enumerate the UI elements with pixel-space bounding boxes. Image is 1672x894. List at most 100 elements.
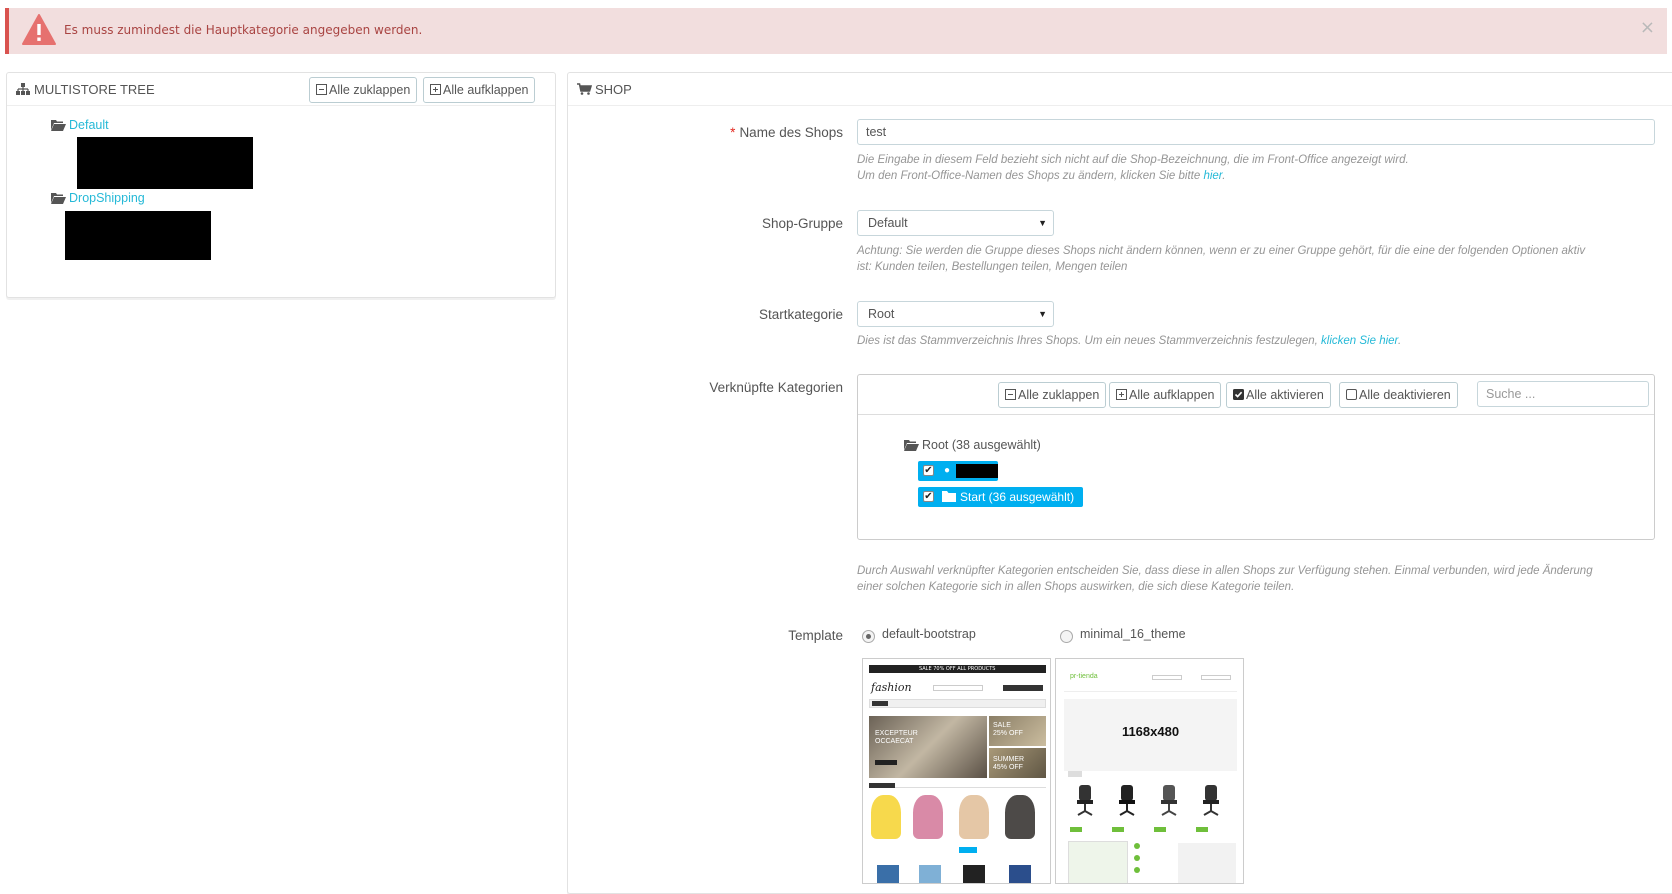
template-radio-minimal[interactable] bbox=[1060, 630, 1073, 643]
sitemap-icon bbox=[16, 83, 30, 95]
preview-chair bbox=[1154, 783, 1184, 817]
square-icon bbox=[1346, 384, 1357, 408]
preview-widget bbox=[1068, 841, 1128, 883]
category-checkbox[interactable]: ✔ bbox=[923, 465, 934, 476]
folder-open-icon bbox=[51, 120, 66, 131]
preview-sale-text: SALE 25% OFF bbox=[993, 722, 1023, 737]
linked-categories-help: Durch Auswahl verknüpfter Kategorien ent… bbox=[857, 563, 1593, 595]
collapse-all-button[interactable]: Alle zuklappen bbox=[998, 382, 1107, 408]
preview-product bbox=[871, 795, 901, 839]
help-text: Achtung: Sie werden die Gruppe dieses Sh… bbox=[857, 245, 1586, 257]
preview-logo: fashion bbox=[871, 681, 912, 694]
template-option-label[interactable]: default-bootstrap bbox=[882, 627, 976, 641]
panel-title: SHOP bbox=[595, 82, 632, 97]
expand-all-button[interactable]: Alle aufklappen bbox=[1109, 382, 1222, 408]
preview-search bbox=[933, 685, 983, 691]
category-checkbox[interactable]: ✔ bbox=[923, 491, 934, 502]
caret-down-icon: ▼ bbox=[1038, 309, 1047, 319]
category-node-selected[interactable]: ✔ ● bbox=[918, 461, 998, 481]
start-category-value: Root bbox=[868, 307, 895, 321]
preview-banner-summer: SUMMER 45% OFF bbox=[989, 748, 1046, 778]
start-category-help: Dies ist das Stammverzeichnis Ihres Shop… bbox=[857, 333, 1401, 349]
start-category-label: Startkategorie bbox=[758, 307, 843, 322]
folder-open-icon bbox=[51, 193, 66, 204]
template-option-label[interactable]: minimal_16_theme bbox=[1080, 627, 1186, 641]
preview-summer-text: SUMMER 45% OFF bbox=[993, 756, 1025, 771]
close-icon[interactable]: × bbox=[1640, 19, 1655, 37]
panel-heading: SHOP bbox=[568, 73, 1672, 106]
alert-message: Es muss zumindest die Hauptkategorie ang… bbox=[64, 23, 423, 37]
uncheck-all-button[interactable]: Alle deaktivieren bbox=[1339, 382, 1458, 408]
uncheck-all-label: Alle deaktivieren bbox=[1359, 388, 1451, 402]
linked-categories-label: Verknüpfte Kategorien bbox=[709, 380, 843, 395]
panel-title: MULTISTORE TREE bbox=[34, 82, 155, 97]
preview-promo-text: SALE 70% OFF ALL PRODUCTS bbox=[919, 666, 996, 672]
collapse-all-button[interactable]: Alle zuklappen bbox=[309, 77, 418, 103]
expand-all-label: Alle aufklappen bbox=[1129, 388, 1215, 402]
preview-feature-dot bbox=[1134, 867, 1140, 873]
preview-product bbox=[1009, 865, 1031, 883]
start-category-select[interactable]: Root ▼ bbox=[857, 301, 1054, 327]
preview-hero: EXCEPTEUR OCCAECAT bbox=[869, 716, 987, 778]
preview-button bbox=[1196, 827, 1208, 832]
help-text: ist: Kunden teilen, Bestellungen teilen,… bbox=[857, 261, 1128, 273]
template-label: Template bbox=[788, 628, 843, 643]
preview-button bbox=[1112, 827, 1124, 832]
preview-search bbox=[1152, 675, 1182, 680]
root-category-label[interactable]: Root (38 ausgewählt) bbox=[922, 438, 1041, 452]
shop-name-input[interactable]: test bbox=[857, 119, 1655, 145]
template-radio-default-bootstrap[interactable] bbox=[862, 630, 875, 643]
check-all-button[interactable]: Alle aktivieren bbox=[1226, 382, 1331, 408]
collapse-all-label: Alle zuklappen bbox=[1018, 388, 1100, 402]
error-alert: Es muss zumindest die Hauptkategorie ang… bbox=[5, 8, 1667, 54]
shop-name-label: * Name des Shops bbox=[643, 125, 843, 140]
preview-feature-dot bbox=[1134, 843, 1140, 849]
shop-name-label-text: Name des Shops bbox=[739, 125, 843, 140]
help-text: Die Eingabe in diesem Feld bezieht sich … bbox=[857, 154, 1409, 166]
template-preview-minimal[interactable]: pr-tienda 1168x480 bbox=[1055, 658, 1244, 884]
help-text: Dies ist das Stammverzeichnis Ihres Shop… bbox=[857, 335, 1322, 347]
preview-tab bbox=[1068, 771, 1082, 777]
help-text: Durch Auswahl verknüpfter Kategorien ent… bbox=[857, 565, 1593, 577]
preview-menu bbox=[1064, 687, 1237, 692]
preview-banner-size: 1168x480 bbox=[1121, 724, 1180, 739]
bullet-icon: ● bbox=[944, 465, 951, 476]
preview-product bbox=[877, 865, 899, 883]
preview-button bbox=[1154, 827, 1166, 832]
tree-group-dropshipping[interactable]: DropShipping bbox=[69, 191, 145, 205]
folder-open-icon bbox=[904, 440, 919, 451]
preview-button bbox=[959, 847, 977, 853]
redacted-category-name bbox=[956, 464, 998, 478]
redacted-shop-list bbox=[65, 211, 211, 260]
required-mark: * bbox=[730, 125, 736, 140]
preview-chair bbox=[1112, 783, 1142, 817]
preview-cart bbox=[1201, 675, 1231, 680]
preview-product bbox=[913, 795, 943, 839]
check-square-icon bbox=[1233, 384, 1244, 408]
help-text: einer solchen Kategorie sich in allen Sh… bbox=[857, 581, 1295, 593]
new-root-link[interactable]: klicken Sie hier bbox=[1321, 335, 1398, 347]
warning-icon bbox=[22, 14, 56, 45]
template-preview-default-bootstrap[interactable]: SALE 70% OFF ALL PRODUCTS fashion EXCEPT… bbox=[862, 658, 1051, 884]
tree-group-default[interactable]: Default bbox=[69, 118, 109, 132]
preview-feature-dot bbox=[1134, 855, 1140, 861]
shop-group-select[interactable]: Default ▼ bbox=[857, 210, 1054, 236]
caret-down-icon: ▼ bbox=[1038, 218, 1047, 228]
preview-product bbox=[919, 865, 941, 883]
front-office-name-link[interactable]: hier bbox=[1203, 170, 1222, 182]
start-category-node-label: Start (36 ausgewählt) bbox=[960, 490, 1075, 504]
preview-product bbox=[959, 795, 989, 839]
minus-square-icon bbox=[1005, 384, 1016, 408]
category-node-selected[interactable]: ✔ Start (36 ausgewählt) bbox=[918, 487, 1083, 507]
preview-menu bbox=[869, 699, 1046, 708]
category-tree-toolbar: Alle zuklappen Alle aufklappen Alle akti… bbox=[858, 375, 1654, 415]
check-all-label: Alle aktivieren bbox=[1246, 388, 1324, 402]
shop-name-help: Die Eingabe in diesem Feld bezieht sich … bbox=[857, 152, 1409, 184]
expand-all-button[interactable]: Alle aufklappen bbox=[423, 77, 536, 103]
redacted-shop-list bbox=[77, 137, 253, 189]
preview-promo-bar: SALE 70% OFF ALL PRODUCTS bbox=[869, 665, 1046, 673]
multistore-tree-panel: MULTISTORE TREE Alle zuklappen Alle aufk… bbox=[6, 72, 556, 298]
shop-group-value: Default bbox=[868, 216, 908, 230]
category-search-input[interactable]: Suche ... bbox=[1477, 381, 1649, 407]
collapse-all-label: Alle zuklappen bbox=[329, 83, 411, 97]
